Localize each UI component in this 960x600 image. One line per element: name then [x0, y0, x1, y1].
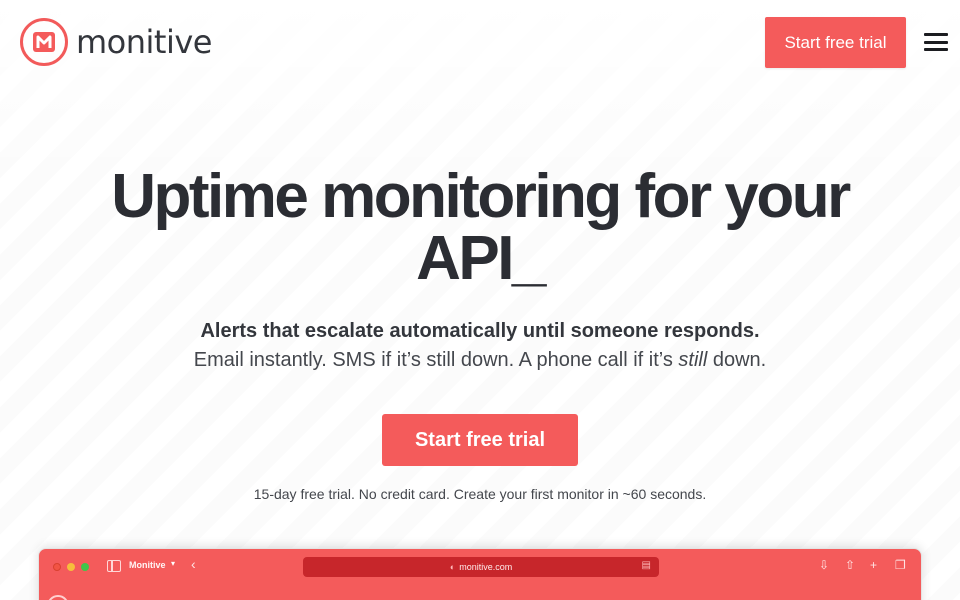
status-ring-icon [47, 595, 69, 600]
browser-url: monitive.com [459, 562, 513, 572]
back-arrow-icon: ‹ [191, 556, 196, 572]
new-tab-plus-icon: + [870, 558, 878, 572]
hero-section: Uptime monitoring for your API_ Alerts t… [0, 160, 960, 503]
browser-tab-title: Monitive [129, 560, 166, 570]
chevron-down-icon: ▾ [171, 559, 176, 568]
hero-subtitle-part-1: Email instantly. SMS if it’s still down.… [193, 349, 679, 371]
hero-subtitle-bold: Alerts that escalate automatically until… [200, 320, 760, 342]
hero-subtitle-emphasis: still [678, 349, 708, 371]
trial-fine-print: 15-day free trial. No credit card. Creat… [253, 486, 707, 502]
monitive-logo-icon [20, 18, 68, 66]
tabs-overview-icon: ❐ [895, 558, 906, 572]
logo-link[interactable]: monitive [20, 18, 212, 66]
download-icon: ⇩ [819, 558, 830, 572]
reader-icon: ▤ [641, 560, 651, 571]
maximize-dot-icon [81, 563, 89, 571]
menu-bar [924, 33, 948, 36]
hero-subtitle-part-2: down. [707, 349, 767, 371]
hero-title-line-2: API_ [416, 224, 546, 293]
browser-preview: Monitive ▾ ‹ ◐ monitive.com ▤ ⇩ ⇧ + ❐ [38, 548, 922, 600]
logo-text: monitive [76, 23, 212, 61]
site-header: monitive Start free trial [0, 0, 960, 84]
hero-title: Uptime monitoring for your API_ [100, 166, 860, 290]
hero-start-trial-button[interactable]: Start free trial [382, 414, 578, 466]
browser-address-bar: ◐ monitive.com ▤ [303, 557, 659, 577]
privacy-shield-icon: ◐ [449, 562, 456, 572]
share-icon: ⇧ [845, 558, 856, 572]
hamburger-icon[interactable] [922, 31, 950, 53]
minimize-dot-icon [67, 563, 75, 571]
menu-bar [924, 48, 948, 51]
header-start-trial-button[interactable]: Start free trial [765, 17, 906, 68]
hero-subtitle: Email instantly. SMS if it’s still down.… [0, 349, 960, 372]
close-dot-icon [53, 563, 61, 571]
window-controls [53, 563, 89, 571]
hero-title-line-1: Uptime monitoring for your [111, 162, 851, 231]
sidebar-toggle-icon [107, 560, 121, 572]
menu-bar [924, 40, 948, 44]
